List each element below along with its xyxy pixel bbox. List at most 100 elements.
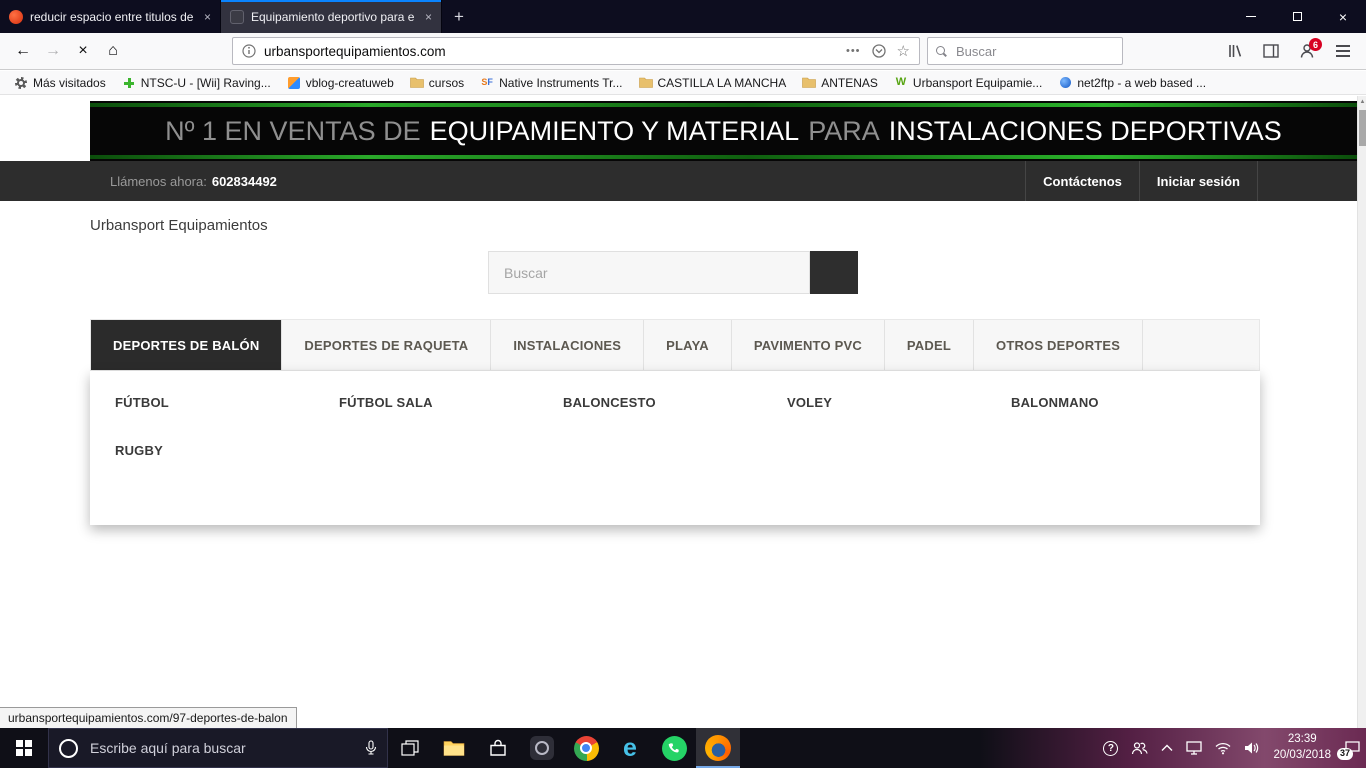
account-icon[interactable]: 6 <box>1292 37 1322 65</box>
bookmark-net2ftp[interactable]: net2ftp - a web based ... <box>1052 73 1212 93</box>
people-icon <box>1132 742 1149 755</box>
menu-item-otros-deportes[interactable]: OTROS DEPORTES <box>974 320 1144 370</box>
bookmark-item[interactable]: SF Native Instruments Tr... <box>474 73 628 93</box>
submenu-item-rugby[interactable]: RUGBY <box>115 443 339 458</box>
url-text: urbansportequipamientos.com <box>264 43 446 59</box>
store-button[interactable] <box>476 728 520 768</box>
bookmark-item[interactable]: NTSC-U - [Wii] Raving... <box>116 73 277 93</box>
sidebar-icon[interactable] <box>1256 37 1286 65</box>
firefox-icon <box>705 735 731 761</box>
page-actions-icon[interactable] <box>846 45 861 57</box>
home-button[interactable]: ⌂ <box>98 37 128 65</box>
phone-number: 602834492 <box>211 173 277 189</box>
bookmark-label: CASTILLA LA MANCHA <box>657 75 787 90</box>
bookmark-most-visited[interactable]: Más visitados <box>8 73 112 93</box>
stop-button[interactable]: × <box>68 37 98 65</box>
microphone-icon[interactable] <box>365 740 377 756</box>
login-link[interactable]: Iniciar sesión <box>1138 161 1258 201</box>
bookmark-folder-castilla[interactable]: CASTILLA LA MANCHA <box>633 73 793 93</box>
pocket-icon[interactable] <box>871 44 886 58</box>
browser-tab-bar: reducir espacio entre titulos de × Equip… <box>0 0 1366 33</box>
menu-hamburger-icon[interactable] <box>1328 37 1358 65</box>
tab-close-icon[interactable]: × <box>204 11 211 23</box>
people-button[interactable] <box>1131 741 1149 755</box>
bookmark-label: net2ftp - a web based ... <box>1077 75 1207 90</box>
network-button[interactable] <box>1186 741 1203 755</box>
close-button[interactable]: × <box>1320 0 1366 33</box>
bookmark-folder-antenas[interactable]: ANTENAS <box>796 73 884 93</box>
submenu-item-baloncesto[interactable]: BALONCESTO <box>563 395 787 410</box>
clock-time: 23:39 <box>1287 733 1317 746</box>
page-viewport: Nº 1 EN VENTAS DE EQUIPAMIENTO Y MATERIA… <box>0 96 1366 728</box>
edge-button[interactable] <box>608 728 652 768</box>
bookmark-folder-cursos[interactable]: cursos <box>404 73 470 93</box>
back-button[interactable]: ← <box>8 37 38 65</box>
library-icon[interactable] <box>1220 37 1250 65</box>
site-search-input[interactable] <box>488 251 810 294</box>
url-actions <box>846 44 910 59</box>
net2ftp-favicon-icon <box>1058 76 1072 90</box>
bookmark-urbansport[interactable]: W Urbansport Equipamie... <box>888 73 1048 93</box>
show-hidden-icons-button[interactable] <box>1161 744 1173 752</box>
phone-block: Llámenos ahora: 602834492 <box>110 161 277 201</box>
forward-button[interactable]: → <box>38 37 68 65</box>
submenu-item-balonmano[interactable]: BALONMANO <box>1011 395 1235 410</box>
menu-item-playa[interactable]: PLAYA <box>644 320 732 370</box>
scroll-up-arrow[interactable]: ▲ <box>1358 99 1366 105</box>
contact-link[interactable]: Contáctenos <box>1025 161 1139 201</box>
app-button[interactable] <box>520 728 564 768</box>
menu-item-instalaciones[interactable]: INSTALACIONES <box>491 320 645 370</box>
windows-taskbar: 23:39 20/03/2018 37 <box>0 728 1366 768</box>
new-tab-button[interactable]: + <box>442 0 476 33</box>
menu-item-padel[interactable]: PADEL <box>885 320 975 370</box>
whatsapp-button[interactable] <box>652 728 696 768</box>
start-button[interactable] <box>0 728 48 768</box>
w-favicon-icon: W <box>895 76 907 88</box>
bookmark-star-icon[interactable] <box>897 44 910 59</box>
minimize-button[interactable] <box>1228 0 1274 33</box>
browser-tab-1[interactable]: reducir espacio entre titulos de × <box>0 0 221 33</box>
maximize-icon <box>1292 12 1302 21</box>
wifi-icon <box>1215 742 1231 754</box>
toolbar-right-icons: 6 <box>1220 37 1358 65</box>
plus-favicon-icon <box>122 76 136 90</box>
taskbar-search[interactable] <box>48 728 388 768</box>
screen: reducir espacio entre titulos de × Equip… <box>0 0 1366 768</box>
menu-item-deportes-de-raqueta[interactable]: DEPORTES DE RAQUETA <box>282 320 492 370</box>
browser-search-input[interactable] <box>954 42 1114 60</box>
browser-tab-2-active[interactable]: Equipamiento deportivo para e × <box>221 0 442 33</box>
url-bar[interactable]: urbansportequipamientos.com <box>232 37 920 65</box>
tab-close-icon[interactable]: × <box>425 11 432 23</box>
menu-item-pavimento-pvc[interactable]: PAVIMENTO PVC <box>732 320 885 370</box>
browser-nav-toolbar: ← → × ⌂ urbansportequipamientos.com ••• … <box>0 33 1366 70</box>
submenu-item-voley[interactable]: VOLEY <box>787 395 1011 410</box>
site-info-icon[interactable] <box>242 44 256 58</box>
file-explorer-button[interactable] <box>432 728 476 768</box>
volume-button[interactable] <box>1244 741 1260 755</box>
submenu-item-futbol[interactable]: FÚTBOL <box>115 395 339 410</box>
menu-item-deportes-de-balon[interactable]: DEPORTES DE BALÓN <box>91 320 283 370</box>
maximize-button[interactable] <box>1274 0 1320 33</box>
site-logo[interactable]: Urbansport Equipamientos <box>90 217 268 234</box>
firefox-button[interactable] <box>696 728 740 768</box>
chrome-button[interactable] <box>564 728 608 768</box>
submenu-item-futbol-sala[interactable]: FÚTBOL SALA <box>339 395 563 410</box>
task-view-button[interactable] <box>388 728 432 768</box>
taskbar-clock[interactable]: 23:39 20/03/2018 <box>1273 732 1331 763</box>
scroll-thumb[interactable] <box>1359 110 1366 146</box>
banner-segment: INSTALACIONES DEPORTIVAS <box>888 115 1282 146</box>
wifi-button[interactable] <box>1215 742 1231 755</box>
whatsapp-icon <box>661 735 687 761</box>
status-link-tooltip: urbansportequipamientos.com/97-deportes-… <box>0 707 297 728</box>
action-center-button[interactable]: 37 <box>1337 740 1361 760</box>
browser-search-bar[interactable] <box>927 37 1123 65</box>
help-icon <box>1103 740 1119 756</box>
topbar-links: Contáctenos Iniciar sesión <box>1025 161 1258 201</box>
bookmark-item[interactable]: vblog-creatuweb <box>281 73 400 93</box>
taskbar-search-input[interactable] <box>88 739 355 757</box>
help-button[interactable] <box>1103 740 1119 756</box>
tab-favicon <box>230 9 244 24</box>
hamburger-bars <box>1336 50 1350 52</box>
page-scrollbar[interactable]: ▲ <box>1357 96 1366 728</box>
site-search-button[interactable] <box>810 251 858 294</box>
